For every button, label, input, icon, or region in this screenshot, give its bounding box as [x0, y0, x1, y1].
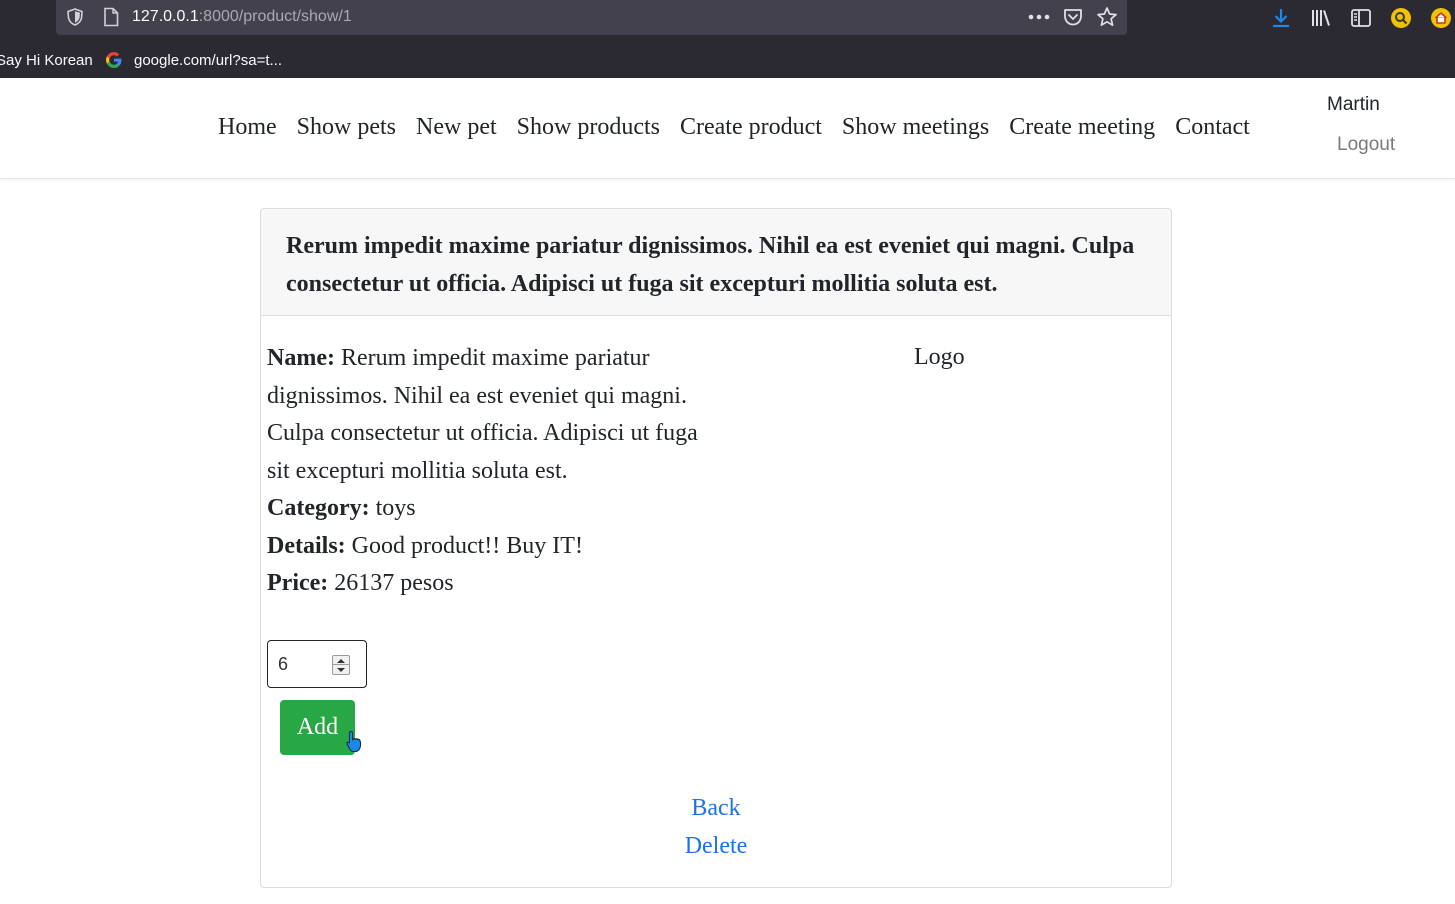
nav-show-pets[interactable]: Show pets: [287, 114, 406, 141]
product-card: Rerum impedit maxime pariatur dignissimo…: [260, 208, 1172, 888]
nav-contact[interactable]: Contact: [1165, 114, 1260, 141]
nav-new-pet[interactable]: New pet: [406, 114, 507, 141]
stepper-up[interactable]: [333, 656, 349, 665]
shield-icon[interactable]: [66, 8, 84, 26]
card-actions: Back Delete: [261, 789, 1171, 865]
url-path: :8000/product/show/1: [198, 8, 352, 25]
star-icon[interactable]: [1096, 6, 1118, 28]
hand-cursor-icon: [346, 730, 362, 753]
nav-home[interactable]: Home: [208, 114, 287, 141]
category-row: Category: toys: [267, 490, 717, 528]
product-details: Good product!! Buy IT!: [351, 532, 583, 559]
home-extension-icon[interactable]: [1429, 6, 1453, 30]
name-label: Name:: [267, 345, 335, 371]
nav-create-product[interactable]: Create product: [670, 114, 832, 141]
quantity-stepper[interactable]: [332, 655, 350, 675]
stepper-up-icon: [337, 659, 345, 663]
back-link[interactable]: Back: [261, 789, 1171, 827]
details-label: Details:: [267, 532, 346, 559]
library-icon[interactable]: [1309, 6, 1333, 30]
pocket-icon[interactable]: [1062, 6, 1084, 28]
product-price: 26137 pesos: [334, 570, 454, 596]
site-navbar: Home Show pets New pet Show products Cre…: [0, 78, 1455, 179]
url-bar[interactable]: 127.0.0.1:8000/product/show/1: [56, 0, 1127, 35]
price-row: Price: 26137 pesos: [267, 565, 717, 603]
bookmarks-bar: Say Hi Korean google.com/url?sa=t...: [0, 44, 1455, 78]
price-label: Price:: [267, 570, 329, 596]
sidebar-icon[interactable]: [1349, 6, 1373, 30]
nav-links: Home Show pets New pet Show products Cre…: [208, 114, 1260, 141]
logout-link[interactable]: Logout: [1337, 134, 1395, 156]
quantity-field[interactable]: [267, 640, 367, 688]
extension-search-icon[interactable]: [1389, 6, 1413, 30]
nav-username[interactable]: Martin: [1327, 94, 1380, 116]
bookmark-google-url[interactable]: google.com/url?sa=t...: [134, 52, 282, 69]
product-info: Name: Rerum impedit maxime pariatur dign…: [267, 340, 717, 603]
more-icon[interactable]: [1026, 6, 1052, 28]
nav-show-products[interactable]: Show products: [507, 114, 670, 141]
stepper-down-icon: [337, 668, 345, 672]
name-row: Name: Rerum impedit maxime pariatur dign…: [267, 340, 717, 490]
delete-link[interactable]: Delete: [261, 827, 1171, 865]
product-logo: Logo: [914, 344, 965, 370]
quantity-input[interactable]: [278, 651, 328, 677]
page-icon: [104, 7, 119, 27]
nav-show-meetings[interactable]: Show meetings: [832, 114, 999, 141]
google-icon: [106, 52, 122, 68]
category-label: Category:: [267, 495, 370, 521]
add-to-cart-button[interactable]: Add: [280, 700, 355, 755]
details-row: Details: Good product!! Buy IT!: [267, 528, 717, 566]
browser-chrome: 127.0.0.1:8000/product/show/1 Say Hi Kor…: [0, 0, 1455, 78]
url-text[interactable]: 127.0.0.1:8000/product/show/1: [132, 8, 352, 26]
download-icon[interactable]: [1269, 6, 1293, 30]
bookmark-say-hi-korean[interactable]: Say Hi Korean: [0, 52, 93, 69]
product-category: toys: [375, 495, 416, 521]
nav-create-meeting[interactable]: Create meeting: [999, 114, 1165, 141]
card-header: Rerum impedit maxime pariatur dignissimo…: [261, 209, 1171, 316]
url-host: 127.0.0.1: [132, 8, 199, 25]
